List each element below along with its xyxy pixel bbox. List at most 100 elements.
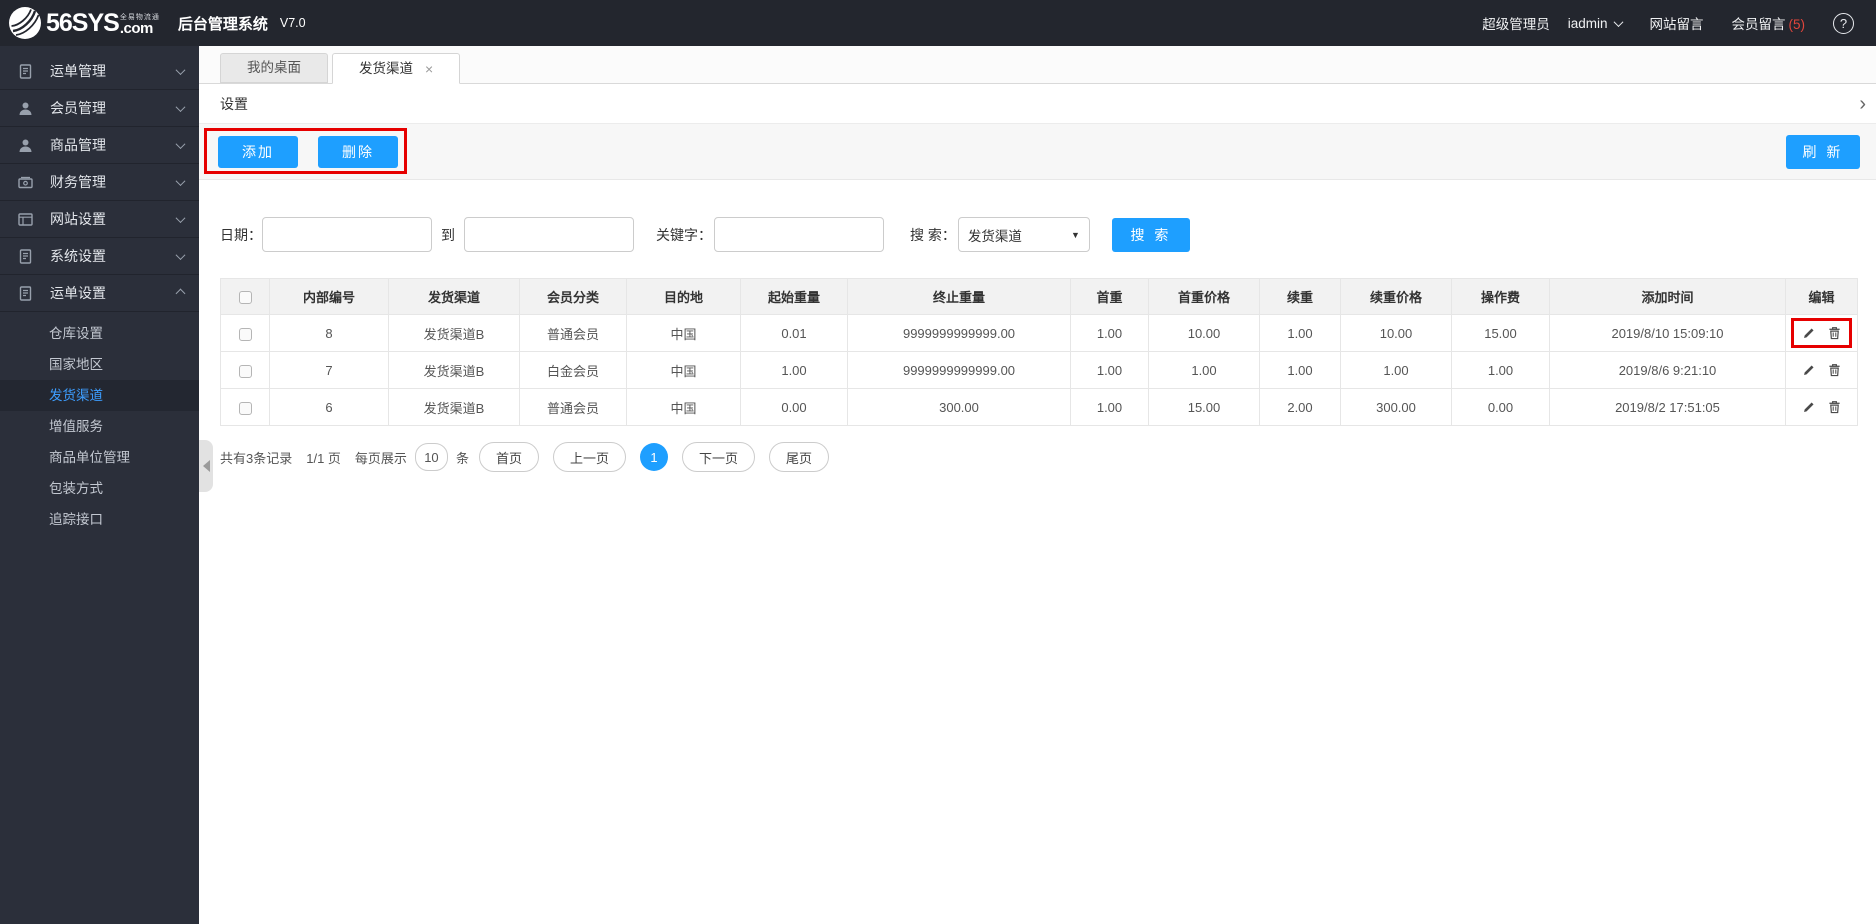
chevron-down-icon xyxy=(175,175,186,186)
sidebar-subitem-追踪接口[interactable]: 追踪接口 xyxy=(0,504,199,535)
delete-button[interactable]: 删除 xyxy=(318,135,398,168)
next-page-button[interactable]: 下一页 xyxy=(681,442,755,472)
site-messages-link[interactable]: 网站留言 xyxy=(1650,13,1704,33)
table-cell: 普通会员 xyxy=(519,388,627,426)
table-cell: 1.00 xyxy=(1451,351,1550,389)
column-header-首重价格: 首重价格 xyxy=(1148,278,1260,315)
column-header-续重价格: 续重价格 xyxy=(1340,278,1452,315)
sidebar-item-商品管理[interactable]: 商品管理 xyxy=(0,127,199,164)
select-caret-icon: ▼ xyxy=(1070,229,1080,240)
table-row: 8 发货渠道B 普通会员 中国 0.01 9999999999999.00 1.00 10.0… xyxy=(220,314,1858,352)
app-title: 后台管理系统 xyxy=(177,15,268,33)
row-checkbox[interactable] xyxy=(238,364,252,378)
search-type-label: 搜 索： xyxy=(910,226,956,243)
trash-icon[interactable] xyxy=(1828,326,1841,340)
filter-row: 日期： 到 关键字： 搜 索： 发货渠道 ▼ 搜 索 xyxy=(199,217,1876,252)
sidebar: 运单管理会员管理商品管理 财务管理网站设置系统设置运单设置仓库设置 国家地区 发货渠道… xyxy=(0,46,199,924)
table-cell: 1.00 xyxy=(1070,388,1149,426)
add-button[interactable]: 添加 xyxy=(218,135,298,168)
first-page-button[interactable]: 首页 xyxy=(478,442,539,472)
sidebar-item-会员管理[interactable]: 会员管理 xyxy=(0,90,199,127)
help-icon[interactable]: ? xyxy=(1833,12,1854,34)
collapse-left-arrow-icon xyxy=(202,460,210,472)
keyword-label: 关键字： xyxy=(656,226,712,243)
member-messages-count: (5) xyxy=(1788,17,1806,32)
table-row: 7 发货渠道B 白金会员 中国 1.00 9999999999999.00 1.00 1.00… xyxy=(220,351,1858,389)
panel-title: 设置 xyxy=(220,95,248,112)
refresh-button[interactable]: 刷 新 xyxy=(1786,134,1860,169)
member-messages-label: 会员留言 xyxy=(1731,17,1786,32)
topbar-right: 超级管理员 iadmin 网站留言 会员留言 (5) ? xyxy=(1482,12,1876,34)
header-checkbox-cell xyxy=(220,278,270,315)
table-body: 8 发货渠道B 普通会员 中国 0.01 9999999999999.00 1.00 10.0… xyxy=(220,314,1858,426)
last-page-button[interactable]: 尾页 xyxy=(769,442,830,472)
table-cell: 2019/8/2 17:51:05 xyxy=(1549,388,1786,426)
sidebar-menu: 运单管理会员管理商品管理 财务管理网站设置系统设置运单设置仓库设置 国家地区 发货渠道… xyxy=(0,53,199,539)
search-type-select[interactable]: 发货渠道 ▼ xyxy=(957,217,1090,252)
date-from-input[interactable] xyxy=(262,217,432,252)
table-cell: 白金会员 xyxy=(519,351,627,389)
tab-close-icon[interactable]: × xyxy=(425,62,433,76)
sidebar-item-运单设置[interactable]: 运单设置 xyxy=(0,275,199,312)
edit-icon[interactable] xyxy=(1802,400,1816,414)
user-menu[interactable]: iadmin xyxy=(1568,16,1623,31)
sidebar-subitem-发货渠道[interactable]: 发货渠道 xyxy=(0,380,199,411)
trash-icon[interactable] xyxy=(1828,400,1841,414)
table-cell: 15.00 xyxy=(1451,314,1550,352)
edit-icon[interactable] xyxy=(1802,326,1816,340)
keyword-input[interactable] xyxy=(714,217,884,252)
table-cell: 2019/8/6 9:21:10 xyxy=(1549,351,1786,389)
table-cell: 300.00 xyxy=(847,388,1071,426)
current-page-badge[interactable]: 1 xyxy=(639,443,668,471)
row-checkbox-cell xyxy=(220,314,270,352)
sidebar-item-运单管理[interactable]: 运单管理 xyxy=(0,53,199,90)
sidebar-item-网站设置[interactable]: 网站设置 xyxy=(0,201,199,238)
header-checkbox[interactable] xyxy=(238,291,252,305)
table-cell: 1.00 xyxy=(1340,351,1452,389)
search-button[interactable]: 搜 索 xyxy=(1111,217,1190,252)
trash-icon[interactable] xyxy=(1828,363,1841,377)
table-cell: 中国 xyxy=(626,351,741,389)
panel-collapse-icon[interactable]: › xyxy=(1855,94,1870,114)
app-version: V7.0 xyxy=(279,16,306,30)
prev-page-button[interactable]: 上一页 xyxy=(552,442,626,472)
member-messages-link[interactable]: 会员留言 (5) xyxy=(1732,13,1806,33)
sidebar-item-系统设置[interactable]: 系统设置 xyxy=(0,238,199,275)
sidebar-collapse-handle[interactable] xyxy=(199,440,213,492)
sidebar-subitem-增值服务[interactable]: 增值服务 xyxy=(0,411,199,442)
sidebar-item-label: 运单设置 xyxy=(50,285,106,301)
edit-icon[interactable] xyxy=(1802,363,1816,377)
table-header-row: 内部编号 发货渠道 会员分类 目的地 起始重量 终止重量 首重 首重价格 续重 续重价格 操作费 添加… xyxy=(220,278,1858,315)
waybill-icon xyxy=(17,63,34,80)
sidebar-item-财务管理[interactable]: 财务管理 xyxy=(0,164,199,201)
to-label: 到 xyxy=(441,226,455,243)
panel-title-row: 设置 › xyxy=(199,84,1876,124)
table-cell: 中国 xyxy=(626,388,741,426)
table-cell: 0.00 xyxy=(740,388,848,426)
sidebar-subitem-商品单位管理[interactable]: 商品单位管理 xyxy=(0,442,199,473)
page-root: { "header": { "brand": "56SYS", "brand_t… xyxy=(0,0,1876,924)
sidebar-item-label: 网站设置 xyxy=(50,211,106,227)
finance-icon xyxy=(17,174,34,191)
sidebar-item-label: 会员管理 xyxy=(50,100,106,116)
tab-我的桌面[interactable]: 我的桌面 xyxy=(220,53,328,83)
sidebar-submenu: 仓库设置 国家地区 发货渠道 增值服务 商品单位管理 包装方式 追踪接口 xyxy=(0,312,199,539)
column-header-终止重量: 终止重量 xyxy=(847,278,1071,315)
user-icon xyxy=(17,100,34,117)
table-cell: 10.00 xyxy=(1148,314,1260,352)
date-label: 日期： xyxy=(220,226,262,243)
row-checkbox[interactable] xyxy=(238,327,252,341)
table-cell: 普通会员 xyxy=(519,314,627,352)
date-to-input[interactable] xyxy=(464,217,634,252)
row-checkbox-cell xyxy=(220,351,270,389)
sidebar-subitem-国家地区[interactable]: 国家地区 xyxy=(0,349,199,380)
row-edit-actions xyxy=(1794,357,1849,383)
sidebar-subitem-包装方式[interactable]: 包装方式 xyxy=(0,473,199,504)
table-cell: 1.00 xyxy=(1070,314,1149,352)
row-checkbox[interactable] xyxy=(238,401,252,415)
tab-发货渠道[interactable]: 发货渠道 × xyxy=(332,53,461,84)
row-edit-actions xyxy=(1794,394,1849,420)
table-cell: 8 xyxy=(269,314,389,352)
sidebar-subitem-仓库设置[interactable]: 仓库设置 xyxy=(0,318,199,349)
per-page-input[interactable]: 10 xyxy=(414,443,448,471)
